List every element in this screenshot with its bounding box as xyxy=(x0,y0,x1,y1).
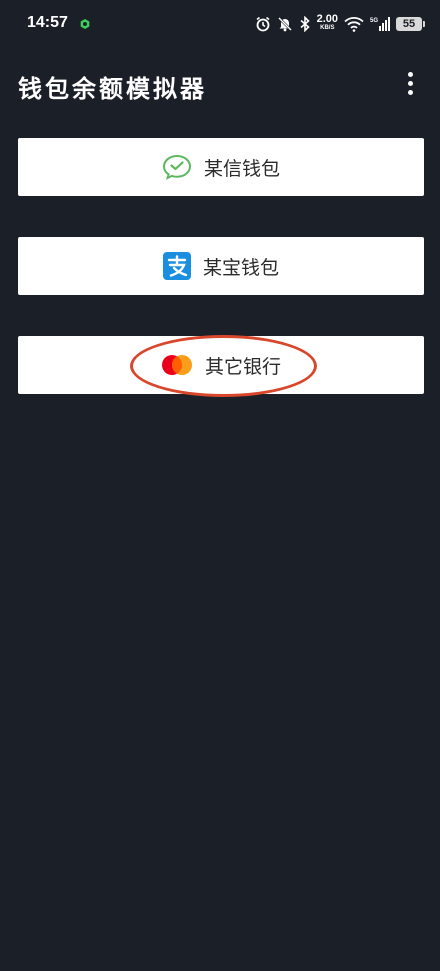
cellular-signal-icon: 5G xyxy=(370,17,390,31)
network-speed: 2.00 KB/S xyxy=(316,13,338,33)
wifi-icon xyxy=(344,17,364,32)
mute-icon xyxy=(277,17,292,32)
wallet-label: 某宝钱包 xyxy=(202,256,279,279)
status-bar: 14:57 2.00 KB/S 5G 55 xyxy=(0,0,440,48)
highlight-annotation xyxy=(130,335,317,397)
page-title: 钱包余额模拟器 xyxy=(18,75,207,103)
bluetooth-icon xyxy=(300,16,310,32)
more-vert-icon-dot xyxy=(407,89,413,95)
overflow-menu-button[interactable] xyxy=(400,70,420,96)
speed-unit: KB/S xyxy=(320,25,335,31)
status-time: 14:57 xyxy=(27,14,68,31)
more-vert-icon-dot xyxy=(407,80,413,86)
alipay-icon xyxy=(162,252,191,280)
status-icons: 2.00 KB/S 5G 55 xyxy=(255,12,425,36)
battery-indicator: 55 xyxy=(396,17,425,31)
alipay-wallet-button[interactable]: 某宝钱包 xyxy=(18,237,424,295)
svg-text:5G: 5G xyxy=(370,18,378,24)
wallet-label: 某信钱包 xyxy=(203,157,280,180)
speed-value: 2.00 xyxy=(316,13,338,25)
wechat-icon xyxy=(162,154,191,180)
app-bar: 钱包余额模拟器 xyxy=(0,60,440,108)
app-notification-icon xyxy=(80,19,90,29)
more-vert-icon-dot xyxy=(407,71,413,77)
wechat-wallet-button[interactable]: 某信钱包 xyxy=(18,138,424,196)
alarm-icon xyxy=(256,16,270,32)
